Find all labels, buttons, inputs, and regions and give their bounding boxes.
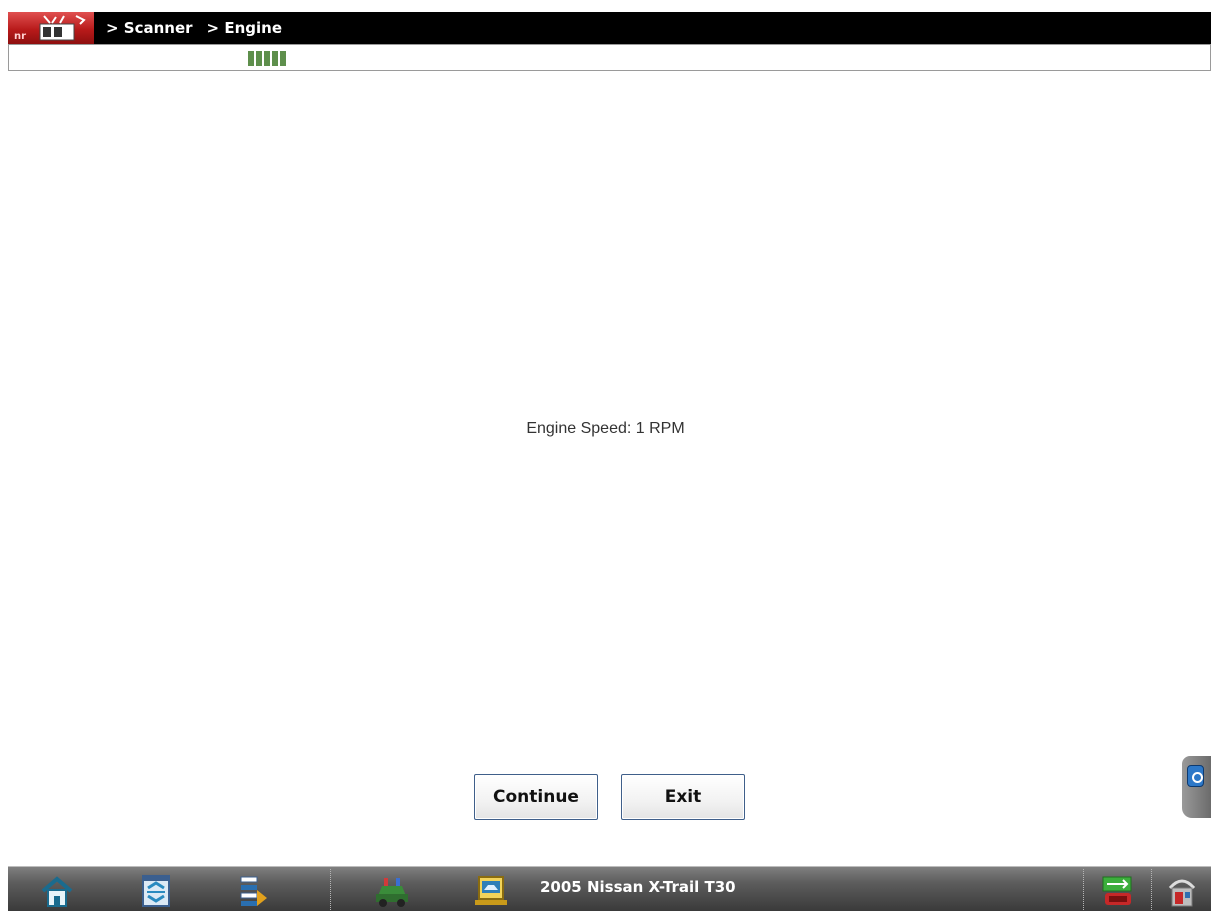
- breadcrumb-engine[interactable]: > Engine: [207, 19, 282, 37]
- breadcrumb-scanner[interactable]: > Scanner: [106, 19, 193, 37]
- connection-status-button[interactable]: [1089, 870, 1145, 911]
- taskbar-separator: [1083, 869, 1084, 910]
- progress-block: [272, 51, 278, 66]
- progress-bar: [8, 44, 1211, 71]
- shop-button[interactable]: [1154, 870, 1210, 911]
- breadcrumb: > Scanner > Engine: [106, 19, 282, 37]
- data-list-icon: [142, 875, 170, 907]
- side-panel-tab[interactable]: [1182, 756, 1211, 818]
- usb-connection-icon: [1102, 876, 1132, 905]
- data-export-icon: [240, 876, 267, 906]
- data-export-button[interactable]: [210, 870, 296, 911]
- engine-speed-message: Engine Speed: 1 RPM: [526, 420, 685, 437]
- progress-block: [248, 51, 254, 66]
- home-button[interactable]: [14, 870, 100, 911]
- remote-support-icon: [1187, 765, 1204, 787]
- vehicle-info-icon: [475, 876, 507, 905]
- title-bar: nr > Scanner > Engine: [8, 12, 1211, 44]
- vehicle-label: 2005 Nissan X-Trail T30: [540, 878, 736, 896]
- vehicle-id-button[interactable]: [349, 870, 435, 911]
- progress-block: [280, 51, 286, 66]
- progress-indicator: [248, 51, 286, 66]
- scanner-logo-icon[interactable]: nr: [8, 12, 94, 44]
- progress-block: [264, 51, 270, 66]
- home-icon: [41, 876, 73, 907]
- progress-block: [256, 51, 262, 66]
- continue-button[interactable]: Continue: [474, 774, 598, 820]
- data-list-button[interactable]: [112, 870, 198, 911]
- vehicle-info-button[interactable]: [448, 870, 534, 911]
- vehicle-id-icon: [376, 878, 408, 907]
- exit-button[interactable]: Exit: [621, 774, 745, 820]
- taskbar-separator: [1151, 869, 1152, 910]
- shop-icon: [1168, 879, 1196, 907]
- taskbar-separator: [330, 869, 331, 910]
- taskbar: 2005 Nissan X-Trail T30: [8, 866, 1211, 911]
